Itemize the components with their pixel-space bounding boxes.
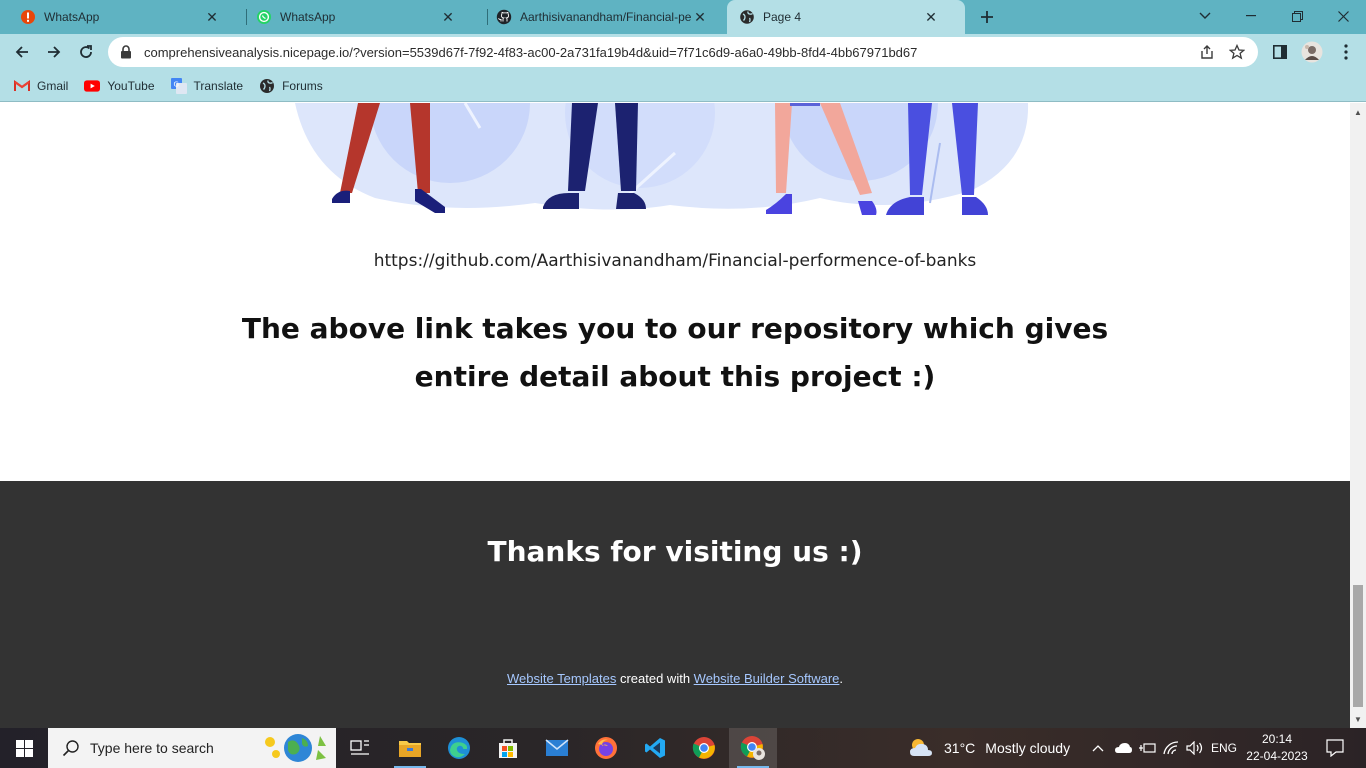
earth-day-icon [265,734,326,762]
website-builder-link[interactable]: Website Builder Software [694,671,840,686]
lock-icon[interactable] [120,45,134,59]
close-window-button[interactable] [1320,0,1366,32]
page-footer: Thanks for visiting us :) Website Templa… [0,481,1350,728]
weather-temp: 31°C [944,740,976,756]
scroll-up-arrow-icon[interactable]: ▲ [1350,105,1366,119]
tab-title: Aarthisivanandham/Financial-performence-… [520,10,692,24]
microsoft-store-icon[interactable] [484,728,532,768]
browser-toolbar: comprehensiveanalysis.nicepage.io/?versi… [0,34,1366,70]
bookmark-label: Translate [193,78,244,93]
github-icon [496,9,512,25]
windows-taskbar: Type here to search 31°C Mostly cloudy E… [0,728,1366,768]
bookmark-label: Gmail [37,78,69,93]
taskbar-search[interactable]: Type here to search [48,728,336,768]
onedrive-cloud-icon[interactable] [1112,728,1134,768]
tab-title: WhatsApp [44,10,100,24]
whatsapp-icon [256,9,272,25]
restore-button[interactable] [1274,0,1320,32]
scrollbar-thumb[interactable] [1353,585,1363,707]
battery-plug-icon[interactable] [1136,728,1158,768]
globe-icon [739,9,755,25]
tab-strip: WhatsApp ✕ WhatsApp ✕ Aarthisivanandham/… [0,0,1366,34]
gmail-icon [14,78,30,94]
footer-thanks: Thanks for visiting us :) [487,535,863,568]
tab-whatsapp-2[interactable]: WhatsApp ✕ [236,0,486,34]
show-hidden-icons-chevron-icon[interactable] [1088,728,1108,768]
translate-icon: G [170,77,187,94]
weather-widget[interactable]: 31°C Mostly cloudy [908,728,1070,768]
new-tab-button[interactable] [976,6,998,28]
forums-icon [259,78,275,94]
chrome-icon[interactable] [680,728,728,768]
tab-page-4[interactable]: Page 4 ✕ [727,0,965,34]
chrome-profile-icon[interactable] [729,728,777,768]
tab-title: Page 4 [763,10,802,24]
footer-credits: Website Templates created with Website B… [0,671,1350,686]
bookmark-label: Forums [282,78,323,93]
back-button[interactable] [8,38,36,66]
search-placeholder: Type here to search [90,740,214,756]
clock-date: 22-04-2023 [1246,749,1308,763]
bookmark-gmail[interactable]: Gmail [14,78,68,94]
reload-button[interactable] [72,38,100,66]
repo-link[interactable]: https://github.com/Aarthisivanandham/Fin… [0,251,1350,271]
forward-button[interactable] [40,38,68,66]
vscode-icon[interactable] [631,728,679,768]
bookmark-translate[interactable]: G Translate [170,77,244,94]
profile-avatar[interactable] [1298,38,1326,66]
people-illustration [295,103,1029,215]
close-icon[interactable]: ✕ [692,9,708,25]
close-icon[interactable]: ✕ [923,9,939,25]
task-view-icon[interactable] [336,728,384,768]
bookmarks-bar: Gmail YouTube G Translate Forums [0,70,1366,102]
firefox-icon[interactable] [582,728,630,768]
file-explorer-icon[interactable] [386,728,434,768]
notification-center-icon[interactable] [1318,728,1352,768]
edge-icon[interactable] [435,728,483,768]
alert-icon [20,9,36,25]
bookmark-forums[interactable]: Forums [259,78,323,94]
page-heading: The above link takes you to our reposito… [241,312,1109,393]
menu-kebab-icon[interactable] [1332,38,1360,66]
bookmark-star-icon[interactable] [1222,38,1252,66]
tab-title: WhatsApp [280,10,336,24]
minimize-button[interactable] [1228,0,1274,32]
url-text[interactable]: comprehensiveanalysis.nicepage.io/?versi… [144,45,1192,60]
windows-logo-icon [15,739,33,757]
share-icon[interactable] [1192,38,1222,66]
footer-middle-text: created with [616,671,694,686]
weather-condition: Mostly cloudy [985,740,1071,756]
tab-search-chevron-icon[interactable] [1182,0,1228,32]
partly-cloudy-icon [910,739,932,756]
mail-icon[interactable] [533,728,581,768]
start-button[interactable] [0,728,48,768]
system-clock[interactable]: 20:14 22-04-2023 [1240,731,1314,765]
tab-whatsapp-1[interactable]: WhatsApp ✕ [0,0,246,34]
side-panel-icon[interactable] [1266,38,1294,66]
page-scrollbar[interactable]: ▲ ▼ [1350,103,1366,728]
bookmark-youtube[interactable]: YouTube [84,78,155,94]
language-indicator[interactable]: ENG [1208,728,1240,768]
clock-time: 20:14 [1261,732,1293,746]
volume-icon[interactable] [1184,728,1206,768]
scroll-down-arrow-icon[interactable]: ▼ [1350,712,1366,726]
close-icon[interactable]: ✕ [440,9,456,25]
close-icon[interactable]: ✕ [204,9,220,25]
search-icon [62,739,80,757]
page-viewport: https://github.com/Aarthisivanandham/Fin… [0,103,1350,728]
address-bar[interactable]: comprehensiveanalysis.nicepage.io/?versi… [108,37,1258,67]
youtube-icon [84,78,101,94]
wifi-icon[interactable] [1160,728,1182,768]
bookmark-label: YouTube [107,78,155,93]
svg-text:G: G [173,80,178,88]
website-templates-link[interactable]: Website Templates [507,671,616,686]
footer-end-text: . [839,671,844,686]
tab-github-repo[interactable]: Aarthisivanandham/Financial-performence-… [476,0,726,34]
